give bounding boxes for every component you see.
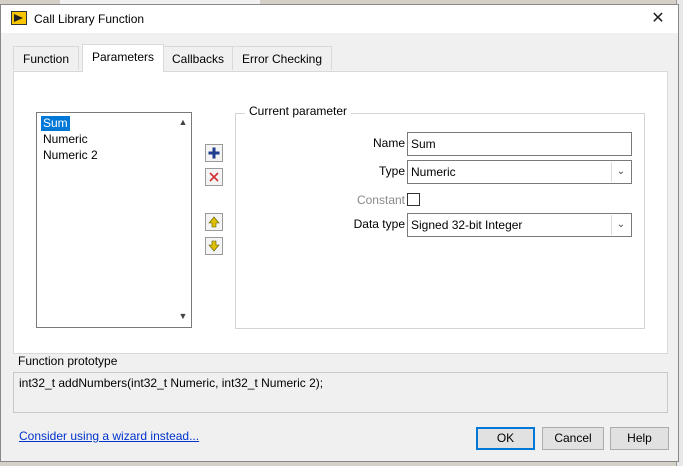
type-label: Type bbox=[378, 164, 405, 178]
constant-checkbox[interactable] bbox=[407, 193, 420, 206]
list-item-numeric[interactable]: Numeric bbox=[41, 132, 90, 147]
parameter-list[interactable]: Sum Numeric Numeric 2 ▲ ▼ bbox=[36, 112, 192, 328]
function-prototype-box: int32_t addNumbers(int32_t Numeric, int3… bbox=[13, 372, 668, 413]
data-type-value: Signed 32-bit Integer bbox=[411, 218, 523, 232]
move-down-button[interactable] bbox=[205, 237, 223, 255]
title-bar[interactable]: Call Library Function ✕ bbox=[1, 5, 678, 33]
dialog-title: Call Library Function bbox=[34, 12, 145, 26]
plus-icon bbox=[208, 147, 220, 159]
wizard-link[interactable]: Consider using a wizard instead... bbox=[19, 429, 199, 443]
tab-parameters[interactable]: Parameters bbox=[82, 44, 165, 72]
chevron-down-icon[interactable]: ⌄ bbox=[611, 215, 630, 235]
tab-error-checking[interactable]: Error Checking bbox=[232, 46, 333, 70]
arrow-down-icon bbox=[208, 240, 220, 252]
scroll-up-icon[interactable]: ▲ bbox=[177, 117, 189, 129]
chevron-down-icon[interactable]: ⌄ bbox=[611, 162, 630, 182]
delete-parameter-button[interactable] bbox=[205, 168, 223, 186]
current-parameter-title: Current parameter bbox=[245, 104, 352, 118]
call-library-function-dialog: Call Library Function ✕ Function Paramet… bbox=[0, 4, 679, 462]
help-button[interactable]: Help bbox=[610, 427, 669, 450]
tab-function[interactable]: Function bbox=[13, 46, 80, 70]
data-type-select[interactable]: Signed 32-bit Integer ⌄ bbox=[407, 213, 632, 237]
data-type-label: Data type bbox=[353, 217, 405, 231]
labview-app-icon bbox=[11, 11, 27, 25]
close-button[interactable]: ✕ bbox=[638, 5, 678, 33]
function-prototype-title: Function prototype bbox=[18, 354, 118, 368]
constant-label: Constant bbox=[356, 193, 405, 207]
list-item-sum[interactable]: Sum bbox=[41, 116, 70, 131]
move-up-button[interactable] bbox=[205, 213, 223, 231]
delete-x-icon bbox=[209, 172, 219, 182]
name-field[interactable]: Sum bbox=[407, 132, 632, 156]
arrow-up-icon bbox=[208, 216, 220, 228]
type-select[interactable]: Numeric ⌄ bbox=[407, 160, 632, 184]
ok-button[interactable]: OK bbox=[476, 427, 535, 450]
scroll-down-icon[interactable]: ▼ bbox=[177, 311, 189, 323]
type-value: Numeric bbox=[411, 165, 456, 179]
list-item-numeric-2[interactable]: Numeric 2 bbox=[41, 148, 100, 163]
parameters-panel: Sum Numeric Numeric 2 ▲ ▼ Current parame… bbox=[13, 71, 668, 354]
name-label: Name bbox=[372, 136, 405, 150]
tab-callbacks[interactable]: Callbacks bbox=[162, 46, 235, 70]
add-parameter-button[interactable] bbox=[205, 144, 223, 162]
cancel-button[interactable]: Cancel bbox=[542, 427, 604, 450]
